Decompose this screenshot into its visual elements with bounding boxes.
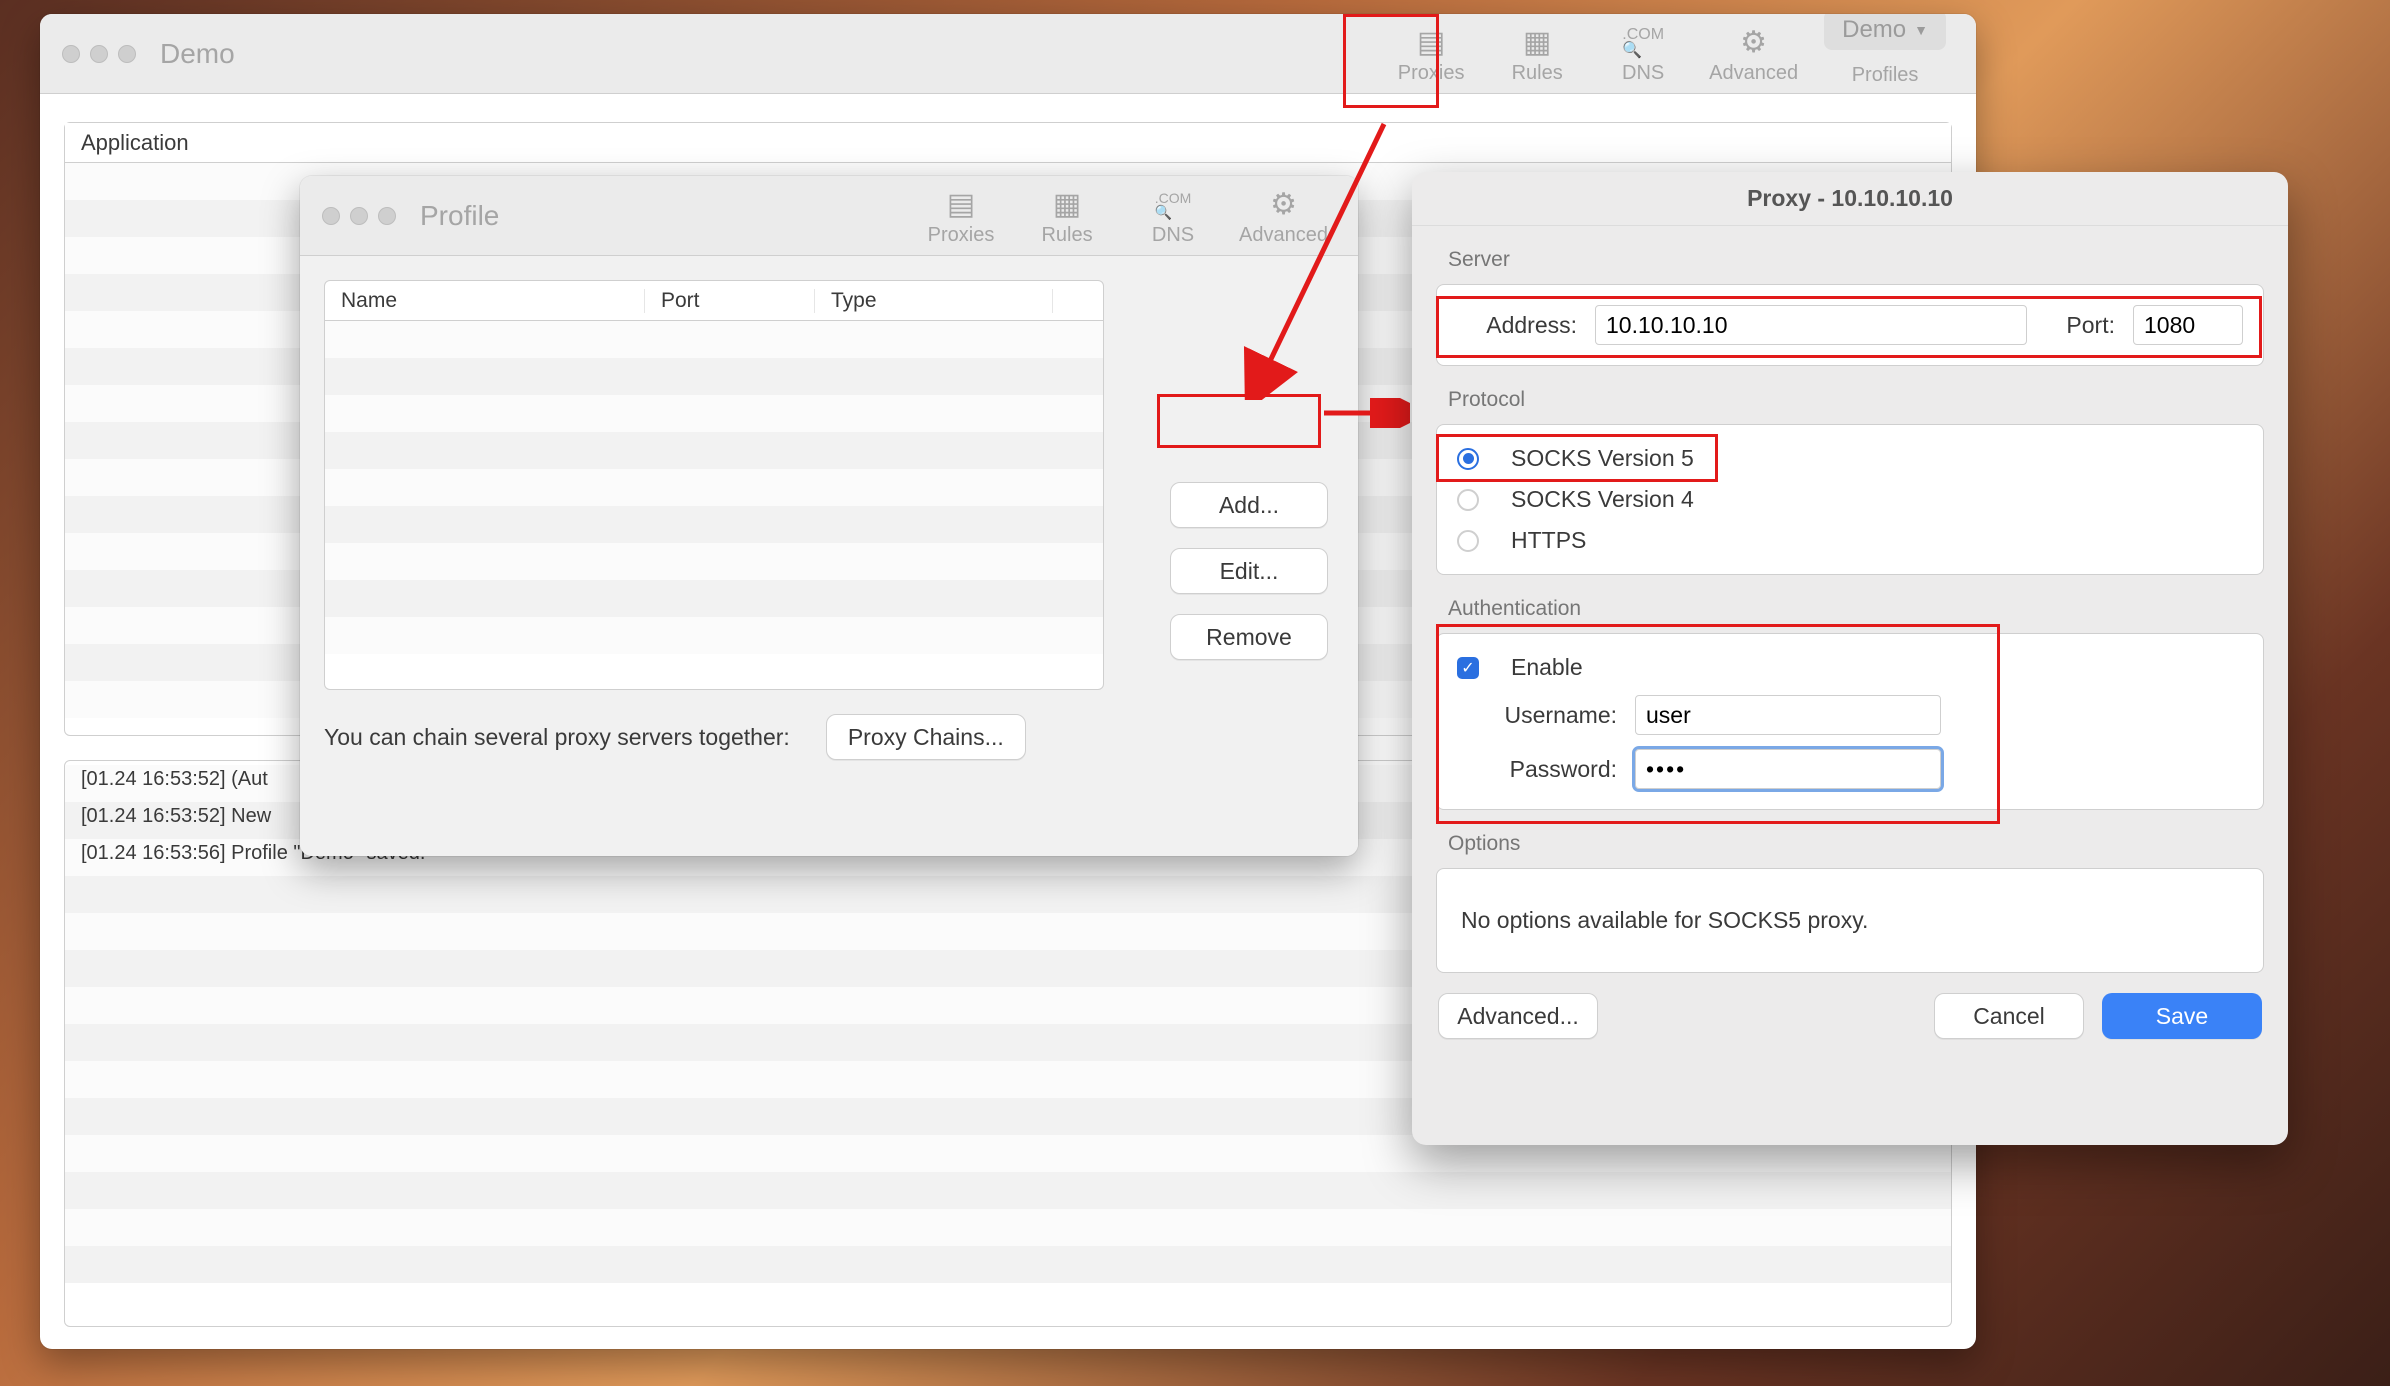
- protocol-field-block: SOCKS Version 5 SOCKS Version 4 HTTPS: [1436, 424, 2264, 575]
- demo-window-title: Demo: [160, 38, 235, 70]
- minimize-icon[interactable]: [350, 207, 368, 225]
- enable-auth-row[interactable]: ✓ Enable: [1457, 654, 2243, 681]
- server-field-block: Address: Port:: [1436, 284, 2264, 366]
- proxy-chain-row: You can chain several proxy servers toge…: [324, 714, 1334, 760]
- edit-proxy-button[interactable]: Edit...: [1170, 548, 1328, 594]
- profile-window-title: Profile: [420, 200, 499, 232]
- radio-socks4[interactable]: SOCKS Version 4: [1457, 486, 2243, 513]
- radio-label: HTTPS: [1511, 527, 1586, 554]
- proxy-table[interactable]: Name Port Type: [324, 280, 1104, 690]
- section-auth-label: Authentication: [1448, 597, 2288, 621]
- toolbar-item-label: Advanced: [1709, 62, 1798, 85]
- demo-toolbar: ▤ Proxies ▦ Rules .COM🔍 DNS ⚙ Advanced D…: [1391, 14, 1976, 93]
- toolbar-item-label: Proxies: [928, 224, 995, 247]
- section-server-label: Server: [1448, 248, 2288, 272]
- profile-toolbar: ▤ Proxies ▦ Rules .COM🔍 DNS ⚙ Advanced: [921, 176, 1358, 255]
- col-type[interactable]: Type: [815, 289, 1053, 313]
- proxy-chains-button[interactable]: Proxy Chains...: [826, 714, 1026, 760]
- toolbar-item-label: Rules: [1512, 62, 1563, 85]
- toolbar-item-label: Proxies: [1398, 62, 1465, 85]
- username-input[interactable]: [1635, 695, 1941, 735]
- checkbox-icon[interactable]: ✓: [1457, 657, 1479, 679]
- port-label: Port:: [2045, 312, 2115, 339]
- radio-icon[interactable]: [1457, 489, 1479, 511]
- proxy-table-header: Name Port Type: [325, 281, 1103, 321]
- minimize-icon[interactable]: [90, 45, 108, 63]
- profile-window: Profile ▤ Proxies ▦ Rules .COM🔍 DNS ⚙ Ad…: [300, 176, 1358, 856]
- toolbar-rules[interactable]: ▦ Rules: [1027, 190, 1107, 255]
- toolbar-dns[interactable]: .COM🔍 DNS: [1603, 28, 1683, 93]
- zoom-icon[interactable]: [118, 45, 136, 63]
- port-input[interactable]: [2133, 305, 2243, 345]
- application-table-header[interactable]: Application: [65, 123, 1951, 163]
- sheet-footer: Advanced... Cancel Save: [1412, 973, 2288, 1065]
- proxy-chain-hint: You can chain several proxy servers toge…: [324, 724, 790, 751]
- add-proxy-button[interactable]: Add...: [1170, 482, 1328, 528]
- address-input[interactable]: [1595, 305, 2027, 345]
- password-input[interactable]: [1635, 749, 1941, 789]
- toolbar-rules[interactable]: ▦ Rules: [1497, 28, 1577, 93]
- close-icon[interactable]: [62, 45, 80, 63]
- toolbar-item-label: Rules: [1041, 224, 1092, 247]
- radio-label: SOCKS Version 4: [1511, 486, 1694, 513]
- window-controls[interactable]: [40, 45, 136, 63]
- server-icon: ▤: [947, 190, 975, 220]
- radio-icon[interactable]: [1457, 448, 1479, 470]
- toolbar-item-label: DNS: [1622, 62, 1664, 85]
- window-controls[interactable]: [300, 207, 396, 225]
- enable-auth-label: Enable: [1511, 654, 1583, 681]
- proxy-table-body[interactable]: [325, 321, 1103, 654]
- gear-icon: ⚙: [1740, 28, 1767, 58]
- dns-icon: .COM🔍: [1622, 28, 1664, 58]
- section-options-label: Options: [1448, 832, 2288, 856]
- toolbar-item-label: Advanced: [1239, 224, 1328, 247]
- toolbar-advanced[interactable]: ⚙ Advanced: [1709, 28, 1798, 93]
- profile-selector-label: Demo: [1842, 16, 1906, 44]
- zoom-icon[interactable]: [378, 207, 396, 225]
- proxy-sheet-title: Proxy - 10.10.10.10: [1412, 172, 2288, 226]
- options-empty: No options available for SOCKS5 proxy.: [1436, 868, 2264, 973]
- col-port[interactable]: Port: [645, 289, 815, 313]
- advanced-button[interactable]: Advanced...: [1438, 993, 1598, 1039]
- close-icon[interactable]: [322, 207, 340, 225]
- profile-selector-hint: Profiles: [1852, 64, 1919, 87]
- demo-titlebar: Demo ▤ Proxies ▦ Rules .COM🔍 DNS ⚙ Advan…: [40, 14, 1976, 94]
- rules-icon: ▦: [1053, 190, 1081, 220]
- section-protocol-label: Protocol: [1448, 388, 2288, 412]
- radio-socks5[interactable]: SOCKS Version 5: [1457, 445, 2243, 472]
- remove-proxy-button[interactable]: Remove: [1170, 614, 1328, 660]
- proxy-sheet: Proxy - 10.10.10.10 Server Address: Port…: [1412, 172, 2288, 1145]
- address-label: Address:: [1457, 312, 1577, 339]
- server-icon: ▤: [1417, 28, 1445, 58]
- username-label: Username:: [1457, 702, 1617, 729]
- profile-selector[interactable]: Demo ▼: [1824, 14, 1946, 50]
- radio-label: SOCKS Version 5: [1511, 445, 1694, 472]
- toolbar-proxies[interactable]: ▤ Proxies: [1391, 28, 1471, 93]
- toolbar-dns[interactable]: .COM🔍 DNS: [1133, 190, 1213, 255]
- save-button[interactable]: Save: [2102, 993, 2262, 1039]
- toolbar-proxies[interactable]: ▤ Proxies: [921, 190, 1001, 255]
- gear-icon: ⚙: [1270, 190, 1297, 220]
- chevron-down-icon: ▼: [1914, 22, 1928, 38]
- profile-titlebar: Profile ▤ Proxies ▦ Rules .COM🔍 DNS ⚙ Ad…: [300, 176, 1358, 256]
- toolbar-advanced[interactable]: ⚙ Advanced: [1239, 190, 1328, 255]
- dns-icon: .COM🔍: [1155, 190, 1192, 220]
- cancel-button[interactable]: Cancel: [1934, 993, 2084, 1039]
- col-name[interactable]: Name: [325, 289, 645, 313]
- auth-field-block: ✓ Enable Username: Password:: [1436, 633, 2264, 810]
- password-label: Password:: [1457, 756, 1617, 783]
- radio-https[interactable]: HTTPS: [1457, 527, 2243, 554]
- radio-icon[interactable]: [1457, 530, 1479, 552]
- toolbar-item-label: DNS: [1152, 224, 1194, 247]
- rules-icon: ▦: [1523, 28, 1551, 58]
